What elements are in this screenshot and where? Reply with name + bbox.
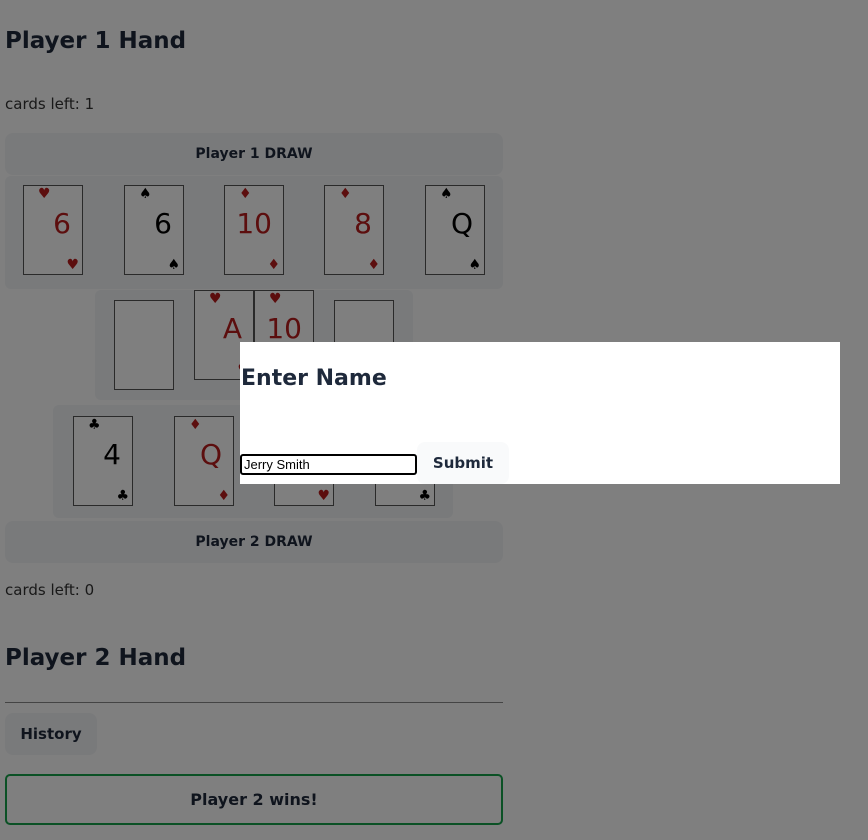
submit-button[interactable]: Submit [417, 442, 509, 484]
enter-name-modal: Enter Name Submit [240, 342, 840, 484]
name-input[interactable] [240, 454, 417, 475]
modal-title: Enter Name [241, 366, 387, 391]
